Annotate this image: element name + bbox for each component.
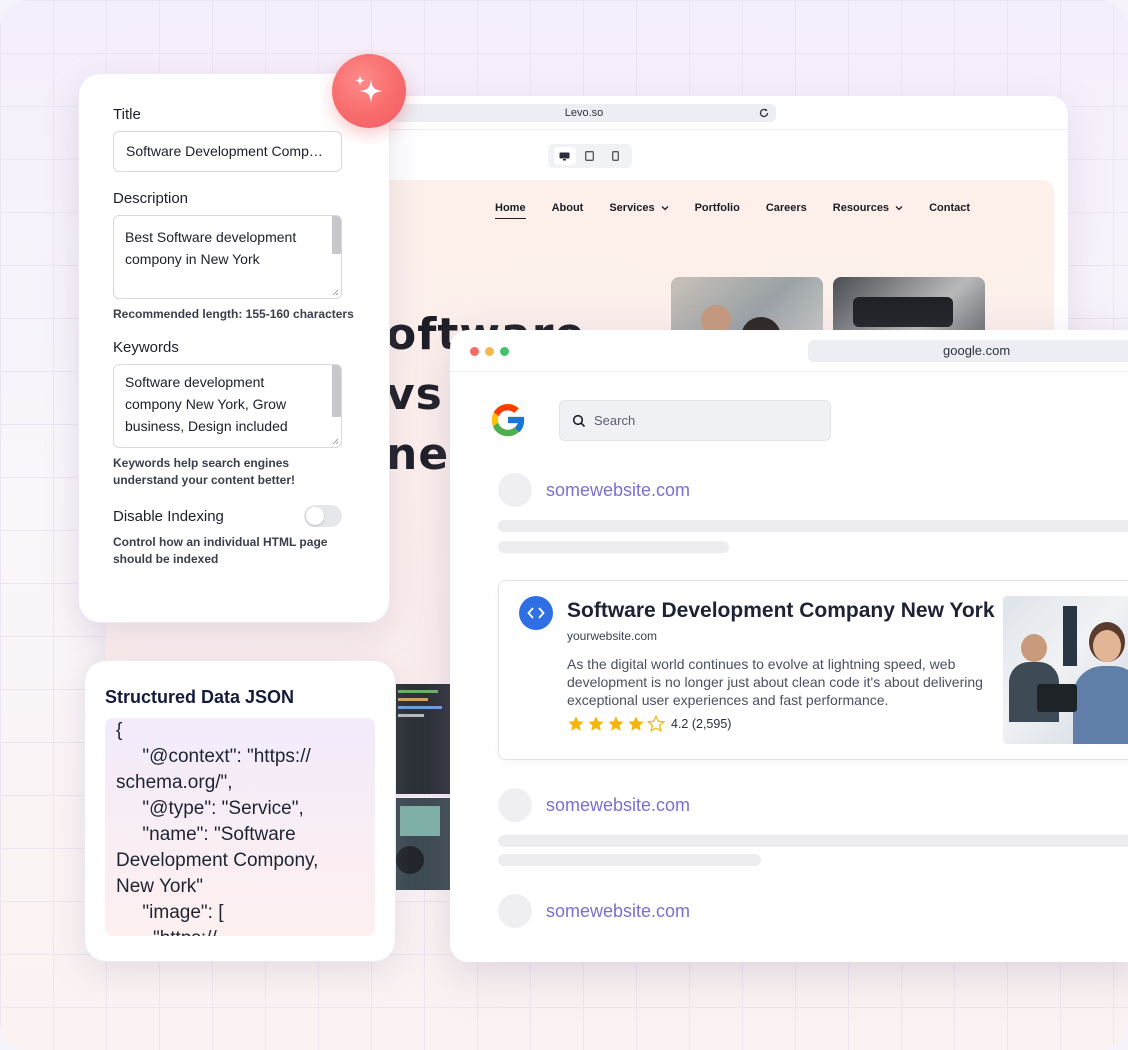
- tablet-icon: [585, 151, 595, 161]
- star-outline-icon: [647, 715, 665, 732]
- sparkle-icon: [355, 75, 383, 103]
- mobile-icon: [611, 151, 619, 161]
- structured-data-title: Structured Data JSON: [105, 687, 295, 707]
- rating-text: 4.2 (2,595): [671, 717, 732, 731]
- skeleton-line: [498, 520, 1128, 532]
- desktop-icon: [559, 152, 570, 160]
- google-browser-window: google.com Search somewebsite.com Softwa…: [450, 330, 1128, 962]
- window-controls: [470, 347, 509, 356]
- nav-services[interactable]: Services: [609, 202, 669, 214]
- chevron-down-icon: [661, 206, 669, 211]
- levo-nav: Home About Services Portfolio Careers Re…: [495, 202, 970, 219]
- keywords-hint: Keywords help search engines understand …: [113, 456, 296, 487]
- indexing-row: Disable Indexing: [113, 505, 342, 527]
- description-hint: Recommended length: 155-160 characters: [113, 307, 354, 321]
- nav-label: Portfolio: [694, 202, 740, 214]
- nav-label: Resources: [832, 202, 890, 214]
- disable-indexing-toggle[interactable]: [304, 505, 342, 527]
- keywords-scrollbar[interactable]: [332, 365, 341, 417]
- skeleton-line: [498, 854, 761, 866]
- description-scrollbar[interactable]: [332, 216, 341, 254]
- indexing-hint: Control how an individual HTML page shou…: [113, 535, 328, 566]
- nav-about[interactable]: About: [552, 202, 584, 214]
- description-value: Best Software development compony in New…: [125, 229, 297, 267]
- favicon-placeholder: [498, 788, 532, 822]
- ai-generate-button[interactable]: [332, 54, 406, 128]
- nav-label: Careers: [765, 202, 807, 214]
- featured-title[interactable]: Software Development Company New York: [567, 599, 995, 623]
- skeleton-line: [498, 835, 1128, 847]
- device-switcher: [548, 144, 632, 168]
- levo-url-text: Levo.so: [564, 107, 604, 119]
- star-filled-icon: [588, 716, 604, 731]
- resize-handle-icon[interactable]: [332, 438, 339, 445]
- google-url-field[interactable]: google.com: [808, 340, 1128, 362]
- featured-result-card[interactable]: Software Development Company New York yo…: [498, 580, 1128, 760]
- chevron-down-icon: [895, 206, 903, 211]
- nav-contact[interactable]: Contact: [929, 202, 970, 214]
- favicon-placeholder: [498, 894, 532, 928]
- featured-description: As the digital world continues to evolve…: [567, 656, 983, 708]
- title-input[interactable]: Software Development Company New York: [113, 131, 342, 172]
- nav-portfolio[interactable]: Portfolio: [695, 202, 740, 214]
- favicon-placeholder: [498, 473, 532, 507]
- close-dot[interactable]: [470, 347, 479, 356]
- description-label: Description: [113, 190, 189, 207]
- reload-icon[interactable]: [758, 107, 770, 119]
- nav-resources[interactable]: Resources: [833, 202, 903, 214]
- nav-careers[interactable]: Careers: [766, 202, 807, 214]
- indexing-label: Disable Indexing: [113, 507, 224, 525]
- featured-url: yourwebsite.com: [567, 629, 658, 643]
- levo-url-field[interactable]: Levo.so: [392, 104, 776, 122]
- keywords-textarea[interactable]: Software development compony New York, G…: [113, 364, 342, 448]
- result-link[interactable]: somewebsite.com: [546, 901, 690, 922]
- result-stub[interactable]: somewebsite.com: [498, 894, 690, 928]
- seo-meta-panel: Title Software Development Company New Y…: [78, 73, 390, 623]
- nav-label: About: [551, 202, 584, 214]
- result-link[interactable]: somewebsite.com: [546, 795, 690, 816]
- google-logo-icon: [491, 403, 526, 437]
- featured-image: [1003, 596, 1128, 744]
- google-search-input[interactable]: Search: [559, 400, 831, 441]
- resize-handle-icon[interactable]: [332, 289, 339, 296]
- search-placeholder: Search: [594, 413, 636, 428]
- nav-home[interactable]: Home: [495, 202, 526, 219]
- keywords-value: Software development compony New York, G…: [125, 374, 288, 434]
- result-stub[interactable]: somewebsite.com: [498, 473, 690, 507]
- minimize-dot[interactable]: [485, 347, 494, 356]
- star-filled-icon: [608, 716, 624, 731]
- structured-data-card: Structured Data JSON { "@context": "http…: [84, 660, 396, 962]
- google-address-bar: google.com: [450, 330, 1128, 372]
- featured-rating: 4.2 (2,595): [567, 715, 731, 733]
- code-icon: [519, 596, 553, 630]
- search-icon: [572, 414, 586, 427]
- keywords-label: Keywords: [113, 339, 179, 356]
- desktop-view-button[interactable]: [553, 147, 576, 165]
- mobile-view-button[interactable]: [604, 147, 626, 165]
- star-filled-icon: [568, 716, 584, 731]
- star-filled-icon: [628, 716, 644, 731]
- result-stub[interactable]: somewebsite.com: [498, 788, 690, 822]
- json-code-block[interactable]: { "@context": "https:// schema.org/", "@…: [105, 718, 375, 936]
- result-link[interactable]: somewebsite.com: [546, 480, 690, 501]
- skeleton-line: [498, 541, 729, 553]
- nav-label: Contact: [929, 202, 971, 214]
- tablet-view-button[interactable]: [579, 147, 601, 165]
- nav-label: Home: [495, 202, 526, 214]
- description-textarea[interactable]: Best Software development compony in New…: [113, 215, 342, 299]
- nav-label: Services: [609, 202, 655, 214]
- maximize-dot[interactable]: [500, 347, 509, 356]
- title-label: Title: [113, 106, 141, 123]
